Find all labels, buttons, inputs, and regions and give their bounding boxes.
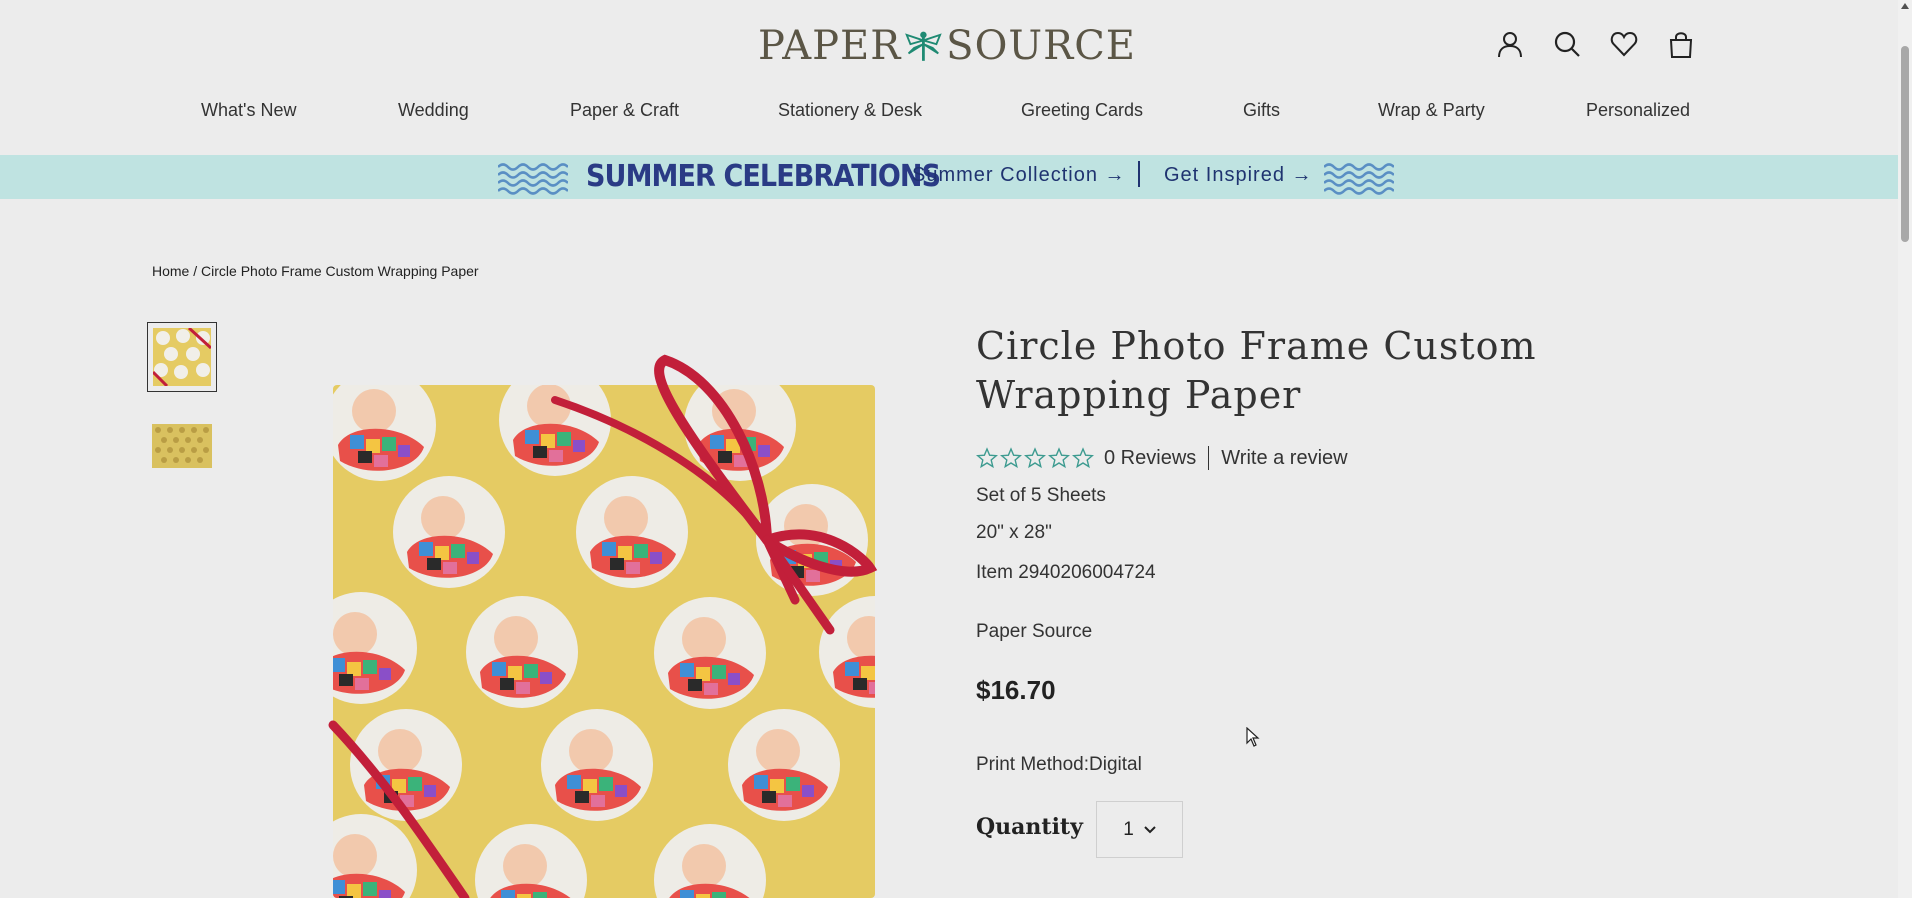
product-thumbnail-2[interactable] — [152, 424, 212, 468]
product-rating: 0 Reviews Write a review — [976, 446, 1348, 470]
page: PAPER SOURCE What's New Wedding Paper & … — [0, 0, 1912, 898]
nav-item-greeting-cards[interactable]: Greeting Cards — [1021, 100, 1143, 121]
wave-decoration-icon — [1324, 163, 1394, 195]
scrollbar-thumb[interactable] — [1901, 46, 1909, 242]
breadcrumb: Home / Circle Photo Frame Custom Wrappin… — [152, 263, 479, 279]
page-scrollbar[interactable] — [1898, 0, 1912, 898]
bag-icon[interactable] — [1667, 30, 1695, 58]
logo-text-right: SOURCE — [946, 23, 1136, 69]
nav-item-stationery-desk[interactable]: Stationery & Desk — [778, 100, 922, 121]
heart-icon[interactable] — [1610, 30, 1638, 58]
star-outline-icon — [1000, 447, 1022, 469]
breadcrumb-home[interactable]: Home — [152, 263, 189, 279]
chevron-down-icon — [1144, 825, 1156, 833]
star-outline-icon — [1048, 447, 1070, 469]
product-main-image[interactable] — [325, 340, 885, 898]
breadcrumb-separator: / — [193, 263, 198, 279]
quantity-label: Quantity — [976, 814, 1083, 840]
scroll-up-arrow-icon[interactable] — [1901, 3, 1909, 9]
dragonfly-logo-icon — [905, 31, 943, 61]
star-outline-icon — [976, 447, 998, 469]
product-size: 20" x 28" — [976, 522, 1052, 543]
search-icon[interactable] — [1553, 30, 1581, 58]
promo-banner[interactable]: SUMMER CELEBRATIONS Summer Collection → … — [0, 155, 1898, 199]
product-brand[interactable]: Paper Source — [976, 621, 1092, 643]
summer-collection-link[interactable]: Summer Collection → — [912, 164, 1126, 187]
star-outline-icon — [1024, 447, 1046, 469]
review-count[interactable]: 0 Reviews — [1104, 447, 1196, 470]
quantity-value: 1 — [1123, 818, 1134, 840]
write-review-link[interactable]: Write a review — [1221, 447, 1347, 470]
logo-text-left: PAPER — [758, 23, 902, 69]
account-icon[interactable] — [1496, 30, 1524, 58]
quantity-select[interactable]: 1 — [1096, 801, 1183, 858]
nav-item-personalized[interactable]: Personalized — [1586, 100, 1690, 121]
star-rating[interactable] — [976, 447, 1094, 469]
mouse-pointer-icon — [1246, 727, 1260, 747]
paper-source-logo[interactable]: PAPER SOURCE — [758, 22, 1136, 70]
nav-item-paper-craft[interactable]: Paper & Craft — [570, 100, 679, 121]
nav-item-wedding[interactable]: Wedding — [398, 100, 469, 121]
product-item-number: Item 2940206004724 — [976, 562, 1156, 583]
banner-divider — [1138, 161, 1140, 187]
main-nav: What's New Wedding Paper & Craft Station… — [0, 100, 1912, 128]
print-method: Print Method:Digital — [976, 754, 1142, 775]
star-outline-icon — [1072, 447, 1094, 469]
get-inspired-link[interactable]: Get Inspired → — [1164, 164, 1313, 187]
banner-title: SUMMER CELEBRATIONS — [586, 159, 941, 194]
product-title: Circle Photo Frame Custom Wrapping Paper — [976, 324, 1537, 417]
wave-decoration-icon — [498, 163, 568, 195]
rating-divider — [1208, 446, 1210, 470]
wrapping-paper-thumbnail-image — [151, 326, 213, 388]
product-thumbnail-1[interactable] — [147, 322, 217, 392]
nav-item-gifts[interactable]: Gifts — [1243, 100, 1280, 121]
header-icons — [1496, 30, 1695, 58]
product-sheets: Set of 5 Sheets — [976, 485, 1106, 506]
nav-item-wrap-party[interactable]: Wrap & Party — [1378, 100, 1485, 121]
breadcrumb-current: Circle Photo Frame Custom Wrapping Paper — [201, 263, 479, 279]
product-price: $16.70 — [976, 675, 1056, 705]
nav-item-whats-new[interactable]: What's New — [201, 100, 296, 121]
